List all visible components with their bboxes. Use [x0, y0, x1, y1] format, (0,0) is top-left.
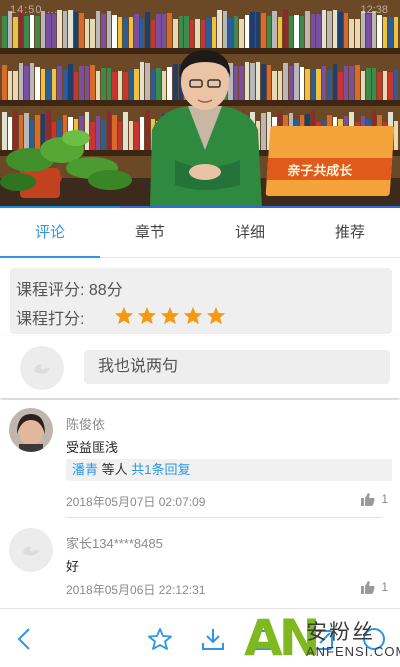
star-rating[interactable] — [114, 306, 226, 325]
commenter-name[interactable]: 陈俊依 — [66, 414, 105, 433]
comment-text: 受益匪浅 — [66, 440, 119, 455]
star-icon[interactable] — [137, 306, 157, 325]
plant-decoration — [0, 130, 132, 198]
comment-divider — [66, 517, 382, 518]
thumbs-up-icon — [361, 492, 375, 506]
video-progress-fill — [0, 206, 120, 208]
tab-chapters[interactable]: 章节 — [100, 210, 200, 257]
comment-item: 陈俊依 受益匪浅 潘青 等人 共1条回复 2018年05月07日 02:07:0… — [0, 400, 400, 518]
user-avatar — [20, 346, 64, 390]
comment-composer: 我也说两句 — [0, 336, 400, 398]
comment-date: 2018年05月06日 22:12:31 — [66, 583, 206, 597]
rating-panel: 课程评分: 88分 课程打分: — [10, 268, 392, 334]
course-score: 课程评分: 88分 — [16, 282, 123, 299]
tab-recommend[interactable]: 推荐 — [300, 210, 400, 257]
download-icon[interactable] — [201, 627, 225, 651]
watermark-cn-text: 安粉丝 — [306, 621, 375, 644]
program-sign: 亲子共成长 — [265, 126, 395, 196]
back-icon[interactable] — [16, 627, 32, 651]
reply-summary[interactable]: 潘青 等人 共1条回复 — [66, 459, 392, 481]
thumbs-up-icon — [361, 580, 375, 594]
star-outline-icon[interactable] — [147, 627, 173, 651]
star-icon[interactable] — [160, 306, 180, 325]
program-sign-text: 亲子共成长 — [286, 164, 353, 179]
comment-text: 好 — [66, 559, 80, 574]
status-bar: 14:50 … 12:38 — [0, 0, 400, 22]
like-button[interactable]: 1 — [361, 492, 388, 506]
tab-comments[interactable]: 评论 — [0, 210, 100, 258]
reply-mid: 等人 — [101, 462, 128, 477]
commenter-avatar[interactable] — [9, 528, 53, 572]
star-icon[interactable] — [206, 306, 226, 325]
watermark-logo: AN 安粉丝 ANFENSI.COM — [244, 612, 400, 664]
tab-chapters-label: 章节 — [134, 224, 165, 241]
course-tabs: 评论 章节 详细 推荐 — [0, 210, 400, 258]
default-avatar-icon — [34, 364, 50, 374]
commenter-photo-icon — [9, 408, 53, 452]
like-count: 1 — [381, 492, 388, 506]
watermark-en-text: ANFENSI.COM — [306, 644, 400, 659]
video-progress-bar[interactable] — [0, 206, 400, 208]
comment-item: 家长134****8485 好 2018年05月06日 22:12:31 1 — [0, 520, 400, 606]
status-time-right: 12:38 — [360, 4, 388, 16]
comment-date: 2018年05月07日 02:07:09 — [66, 495, 206, 509]
tab-comments-label: 评论 — [34, 224, 65, 241]
commenter-name[interactable]: 家长134****8485 — [66, 533, 163, 552]
rate-label: 课程打分: — [16, 311, 85, 328]
reply-count[interactable]: 共1条回复 — [131, 462, 190, 477]
comment-input[interactable]: 我也说两句 — [84, 350, 390, 384]
tab-recommend-label: 推荐 — [334, 224, 365, 241]
commenter-avatar[interactable] — [9, 408, 53, 452]
tab-details-label: 详细 — [234, 224, 265, 241]
default-avatar-icon — [23, 546, 39, 556]
reply-user[interactable]: 潘青 — [72, 462, 98, 477]
star-icon[interactable] — [183, 306, 203, 325]
video-player[interactable]: 亲子共成长 14:50 … 12:38 — [0, 0, 400, 208]
star-icon[interactable] — [114, 306, 134, 325]
status-time-left: 14:50 … — [10, 4, 59, 16]
like-count: 1 — [381, 580, 388, 594]
like-button[interactable]: 1 — [361, 580, 388, 594]
tab-details[interactable]: 详细 — [200, 210, 300, 257]
